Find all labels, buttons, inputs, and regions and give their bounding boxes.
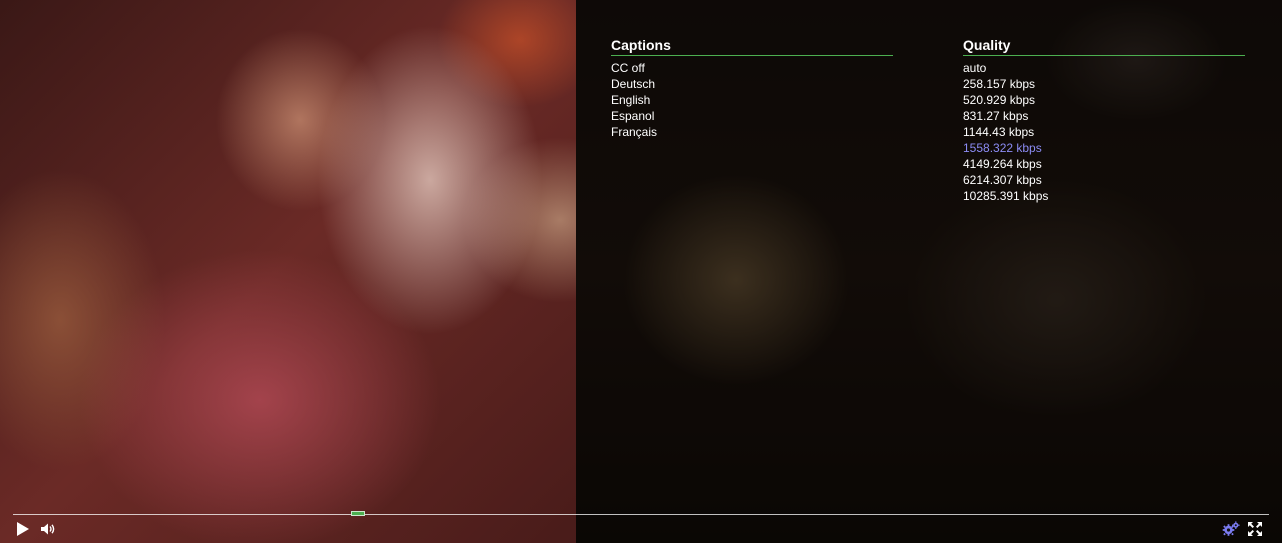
quality-option[interactable]: 258.157 kbps — [963, 76, 1245, 92]
quality-option[interactable]: 1558.322 kbps — [963, 140, 1245, 156]
quality-heading: Quality — [963, 36, 1245, 56]
settings-button[interactable] — [1222, 520, 1240, 538]
quality-option[interactable]: auto — [963, 60, 1245, 76]
progress-bar[interactable] — [13, 511, 1269, 516]
captions-menu: Captions CC off Deutsch English Espanol … — [611, 36, 893, 140]
settings-panel: Captions CC off Deutsch English Espanol … — [576, 0, 1282, 543]
caption-option[interactable]: English — [611, 92, 893, 108]
gear-icon — [1222, 521, 1240, 537]
caption-option[interactable]: Français — [611, 124, 893, 140]
video-player[interactable]: Captions CC off Deutsch English Espanol … — [0, 0, 1282, 543]
caption-option[interactable]: Espanol — [611, 108, 893, 124]
play-button[interactable] — [14, 520, 32, 538]
volume-icon — [40, 522, 56, 536]
fullscreen-button[interactable] — [1246, 520, 1264, 538]
control-bar — [0, 503, 1282, 543]
quality-option[interactable]: 520.929 kbps — [963, 92, 1245, 108]
quality-option[interactable]: 831.27 kbps — [963, 108, 1245, 124]
captions-heading: Captions — [611, 36, 893, 56]
quality-menu: Quality auto 258.157 kbps 520.929 kbps 8… — [963, 36, 1245, 204]
quality-option[interactable]: 1144.43 kbps — [963, 124, 1245, 140]
progress-handle[interactable] — [351, 511, 366, 516]
quality-option[interactable]: 10285.391 kbps — [963, 188, 1245, 204]
fullscreen-icon — [1247, 521, 1263, 537]
caption-option[interactable]: Deutsch — [611, 76, 893, 92]
volume-button[interactable] — [39, 520, 57, 538]
quality-option[interactable]: 4149.264 kbps — [963, 156, 1245, 172]
captions-list: CC off Deutsch English Espanol Français — [611, 60, 893, 140]
caption-option[interactable]: CC off — [611, 60, 893, 76]
quality-option[interactable]: 6214.307 kbps — [963, 172, 1245, 188]
play-icon — [16, 521, 30, 537]
quality-list: auto 258.157 kbps 520.929 kbps 831.27 kb… — [963, 60, 1245, 204]
